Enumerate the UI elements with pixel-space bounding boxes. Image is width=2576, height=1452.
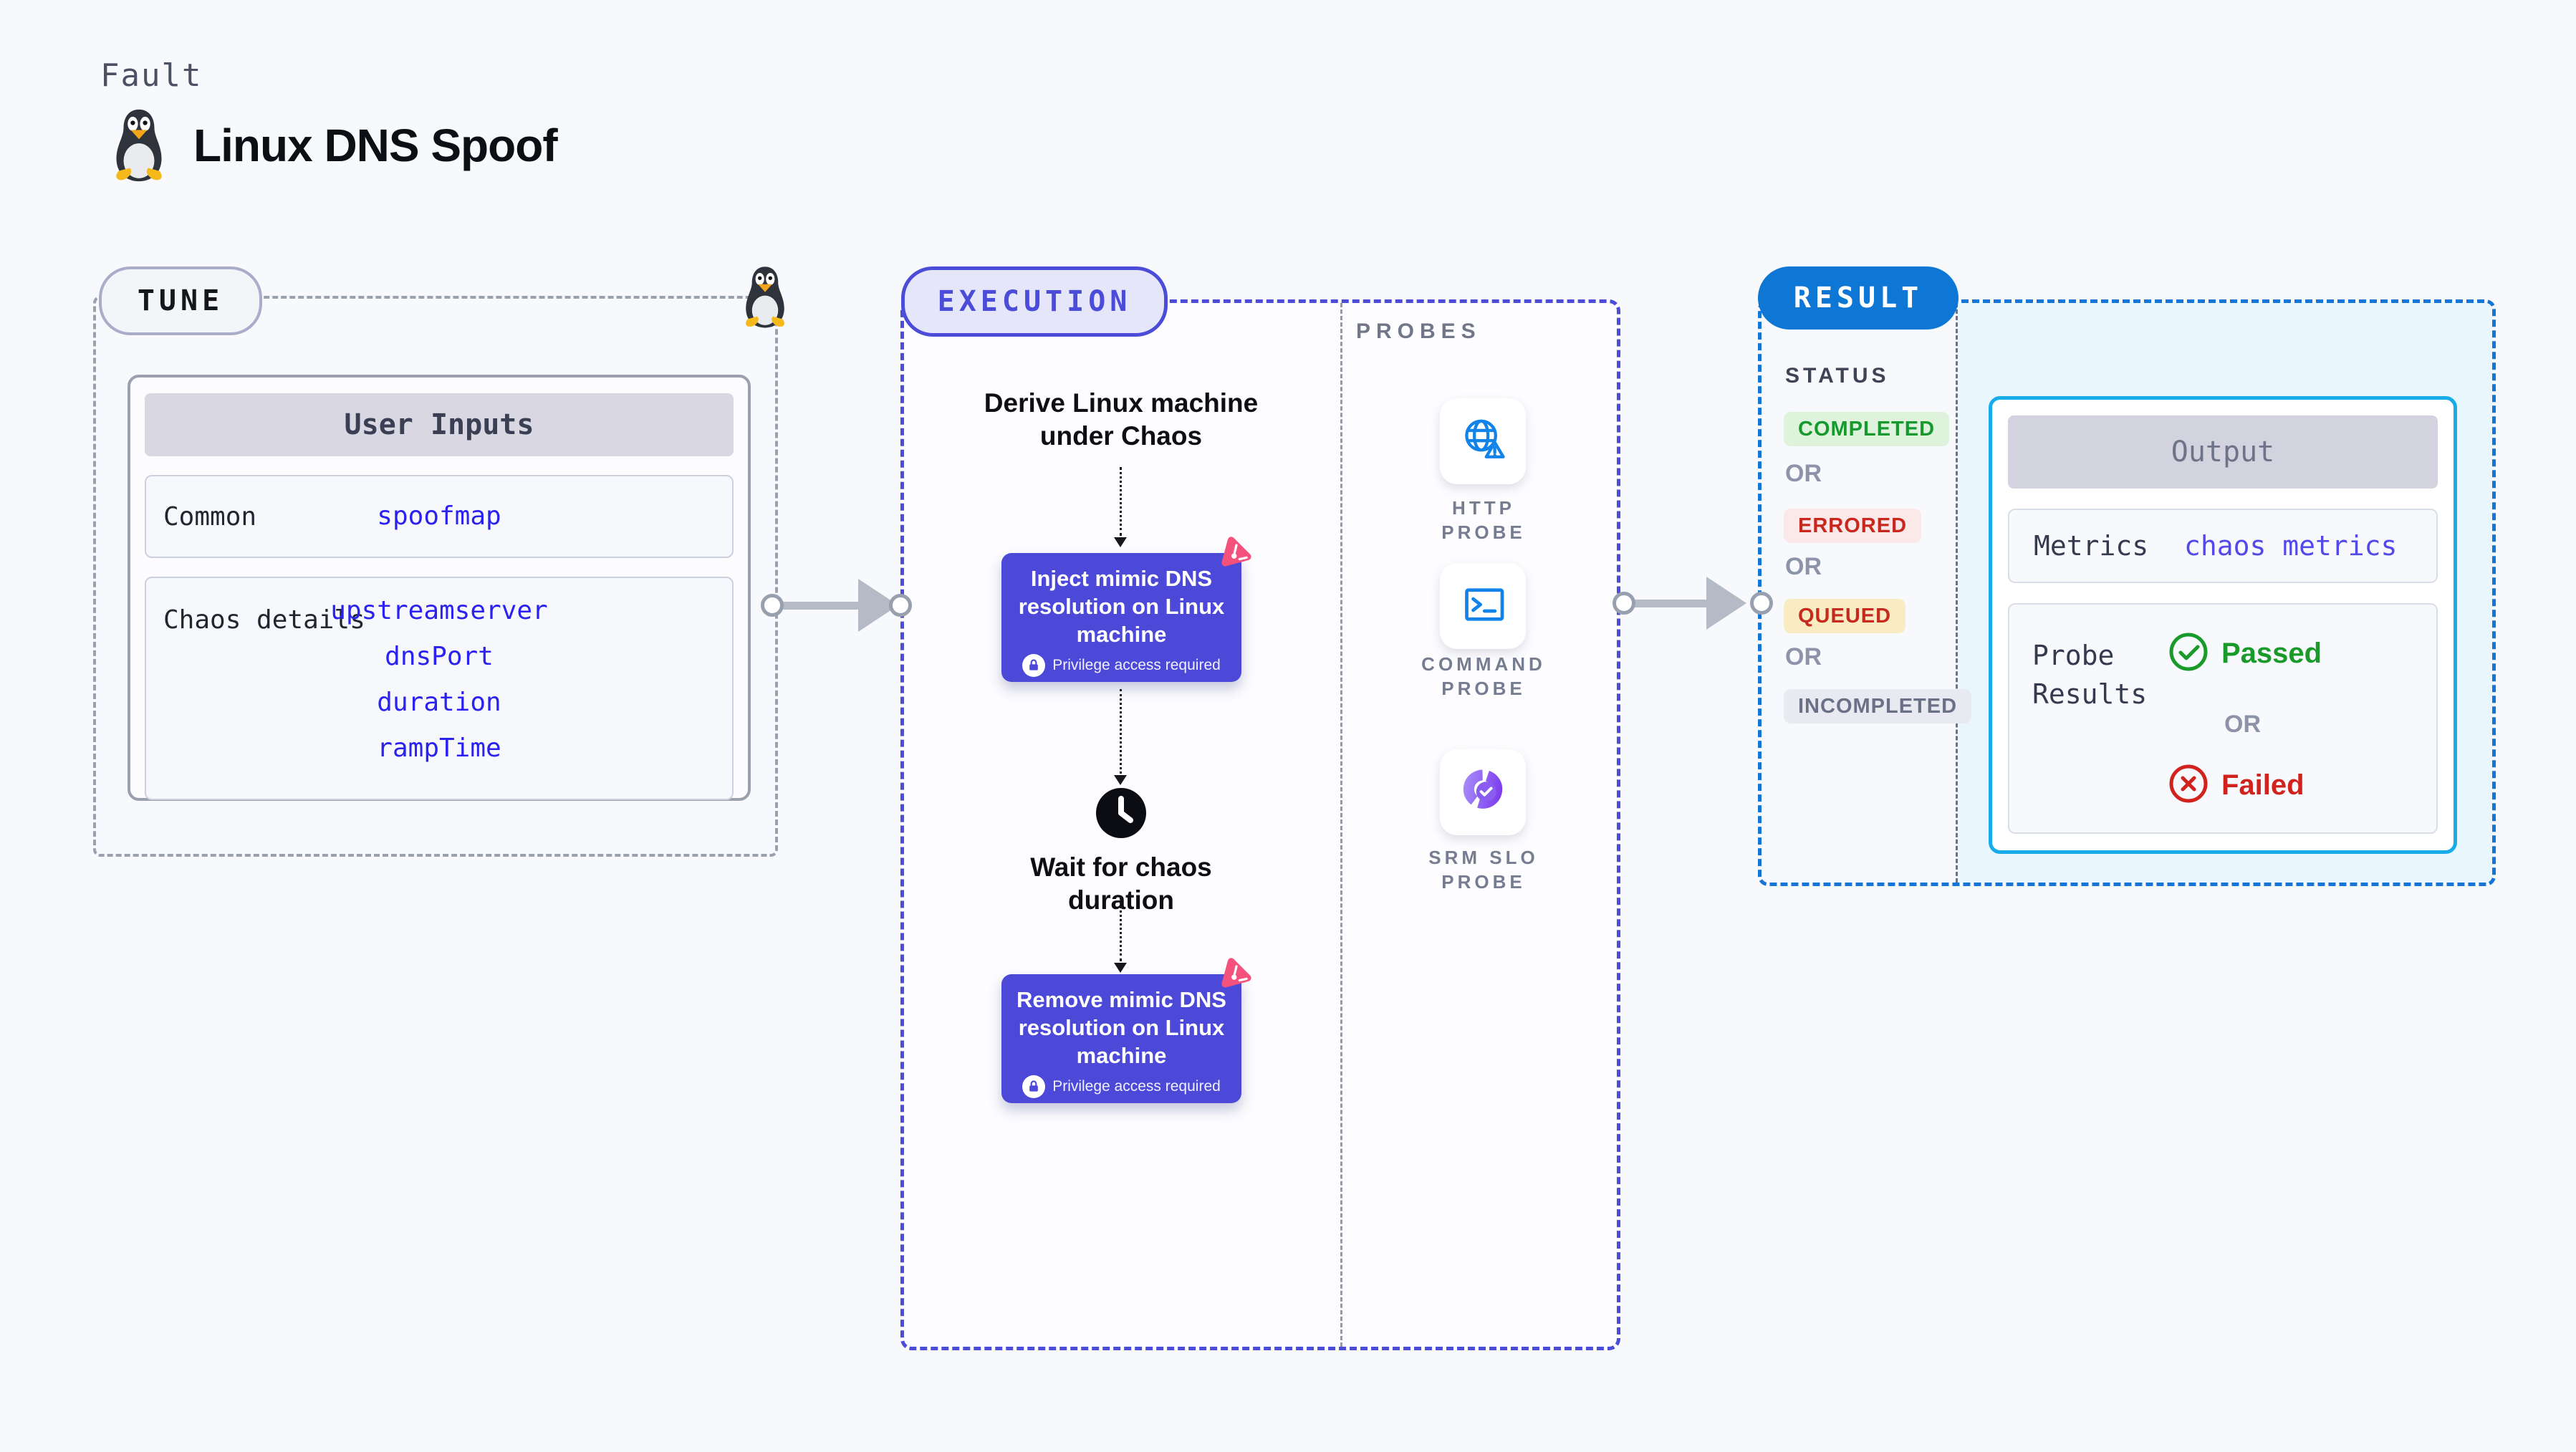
remove-step-title: Remove mimic DNS resolution on Linux mac…: [1017, 987, 1226, 1068]
flow-arrowhead-icon: [1114, 775, 1127, 785]
page-title-row: Linux DNS Spoof: [105, 107, 558, 183]
result-badge: RESULT: [1758, 266, 1959, 330]
http-probe-label: HTTP PROBE: [1441, 497, 1526, 543]
status-badge-errored: ERRORED: [1784, 509, 1922, 543]
arrow-tune-execution: [781, 602, 860, 610]
inject-privilege-note: Privilege access required: [1052, 657, 1221, 673]
tux-penguin-icon: [105, 107, 173, 183]
probe-results-row: Probe Results Passed OR Failed: [2008, 603, 2438, 834]
tux-penguin-icon: [736, 265, 794, 330]
failed-label: Failed: [2221, 769, 2305, 801]
slo-donut-check-icon: [1456, 764, 1509, 821]
inject-step-card[interactable]: Inject mimic DNS resolution on Linux mac…: [1001, 553, 1241, 682]
srm-slo-probe-card[interactable]: [1440, 749, 1526, 835]
status-badge-queued: QUEUED: [1784, 599, 1906, 633]
chaos-metrics-link[interactable]: chaos metrics: [2184, 530, 2397, 562]
status-title: STATUS: [1785, 364, 1890, 388]
passed-result: Passed: [2168, 632, 2322, 675]
user-inputs-card: User Inputs Common spoofmap Chaos detail…: [128, 375, 751, 801]
terminal-icon: [1457, 579, 1509, 634]
chaos-litmus-icon: [1218, 956, 1255, 994]
flow-connector: [1120, 467, 1122, 536]
connector-dot: [761, 594, 784, 617]
status-or: OR: [1785, 643, 1822, 670]
flow-connector: [1120, 689, 1122, 774]
lock-icon: [1022, 1075, 1046, 1098]
failed-result: Failed: [2168, 764, 2305, 807]
connector-dot: [889, 594, 912, 617]
spoofmap-link[interactable]: spoofmap: [146, 494, 732, 539]
arrowhead-icon: [1706, 577, 1746, 630]
chaos-details-links: upstreamserver dnsPort duration rampTime: [146, 588, 732, 771]
status-or: OR: [1785, 553, 1822, 580]
remove-privilege-note: Privilege access required: [1052, 1078, 1221, 1095]
flow-arrowhead-icon: [1114, 963, 1127, 973]
page-title: Linux DNS Spoof: [193, 120, 558, 171]
srm-slo-probe-label: SRM SLO PROBE: [1428, 847, 1539, 893]
chaos-litmus-icon: [1218, 535, 1255, 572]
common-row: Common spoofmap: [145, 475, 734, 558]
metrics-row: Metrics chaos metrics: [2008, 509, 2438, 583]
execution-probes-divider: [1340, 303, 1342, 1347]
globe-alert-icon: [1456, 413, 1510, 471]
passed-label: Passed: [2221, 638, 2322, 669]
clock-icon: [1096, 788, 1146, 838]
probe-results-label: Probe Results: [2032, 640, 2148, 710]
status-badge-incompleted: INCOMPLETED: [1784, 689, 1972, 723]
http-probe-card[interactable]: [1440, 398, 1526, 484]
chaos-details-row: Chaos details upstreamserver dnsPort dur…: [145, 577, 734, 800]
ramptime-link[interactable]: rampTime: [146, 726, 732, 771]
lock-icon: [1022, 654, 1046, 677]
remove-step-card[interactable]: Remove mimic DNS resolution on Linux mac…: [1001, 974, 1241, 1103]
command-probe-label: COMMAND PROBE: [1421, 653, 1546, 699]
status-or: OR: [1785, 460, 1822, 487]
command-probe-card[interactable]: [1440, 563, 1526, 649]
check-circle-icon: [2168, 632, 2209, 675]
arrow-execution-result: [1630, 600, 1708, 607]
status-output-divider: [1956, 303, 1958, 883]
derive-step-label: Derive Linux machine under Chaos: [984, 388, 1259, 451]
dnsport-link[interactable]: dnsPort: [146, 634, 732, 680]
flow-connector: [1120, 897, 1122, 961]
duration-link[interactable]: duration: [146, 680, 732, 726]
connector-dot: [1613, 592, 1635, 615]
probes-title: PROBES: [1356, 319, 1481, 343]
flow-arrowhead-icon: [1114, 537, 1127, 547]
upstreamserver-link[interactable]: upstreamserver: [146, 588, 732, 634]
connector-dot: [1750, 592, 1773, 615]
metrics-label: Metrics: [2034, 530, 2149, 562]
x-circle-icon: [2168, 764, 2209, 807]
status-badge-completed: COMPLETED: [1784, 412, 1950, 446]
probe-result-or: OR: [2224, 711, 2261, 738]
execution-badge: EXECUTION: [901, 266, 1168, 337]
output-card: Output Metrics chaos metrics Probe Resul…: [1989, 396, 2457, 854]
common-links: spoofmap: [146, 494, 732, 539]
inject-step-title: Inject mimic DNS resolution on Linux mac…: [1018, 566, 1225, 647]
fault-eyebrow: Fault: [100, 57, 203, 94]
user-inputs-title: User Inputs: [145, 393, 734, 456]
output-title: Output: [2008, 415, 2438, 489]
tune-badge: TUNE: [99, 266, 262, 335]
